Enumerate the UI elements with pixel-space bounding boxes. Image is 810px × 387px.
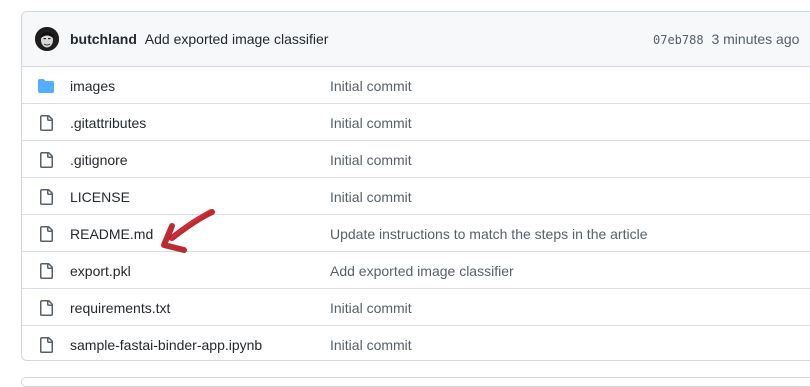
file-icon [38,115,54,131]
file-name-link[interactable]: requirements.txt [70,300,170,316]
commit-message-link[interactable]: Add exported image classifier [145,31,329,47]
file-row[interactable]: .gitignore Initial commit [22,141,810,178]
file-row[interactable]: LICENSE Initial commit [22,178,810,215]
file-icon [38,263,54,279]
file-name-link[interactable]: images [70,78,115,94]
author-avatar[interactable] [35,27,59,51]
file-icon [38,152,54,168]
file-row[interactable]: README.md Update instructions to match t… [22,215,810,252]
folder-icon [38,78,54,94]
file-name-link[interactable]: .gitattributes [70,115,146,131]
file-commit-message-link[interactable]: Initial commit [330,115,412,131]
file-commit-message-link[interactable]: Initial commit [330,189,412,205]
file-icon [38,226,54,242]
annotation-arrow-icon [161,209,215,253]
file-icon [38,337,54,353]
file-commit-message-link[interactable]: Initial commit [330,300,412,316]
file-row[interactable]: .gitattributes Initial commit [22,104,810,141]
file-row[interactable]: images Initial commit [22,67,810,104]
file-icon [38,189,54,205]
file-name-link[interactable]: README.md [70,226,153,242]
file-commit-message-link[interactable]: Update instructions to match the steps i… [330,226,648,242]
commit-time[interactable]: 3 minutes ago [711,31,799,47]
file-name-link[interactable]: LICENSE [70,189,130,205]
file-row[interactable]: requirements.txt Initial commit [22,289,810,326]
file-name-link[interactable]: .gitignore [70,152,128,168]
file-commit-message-link[interactable]: Initial commit [330,78,412,94]
file-row[interactable]: export.pkl Add exported image classifier [22,252,810,289]
file-browser: butchland Add exported image classifier … [21,11,810,361]
file-commit-message-link[interactable]: Initial commit [330,337,412,353]
next-panel-edge [21,377,810,387]
file-name-link[interactable]: sample-fastai-binder-app.ipynb [70,337,262,353]
file-commit-message-link[interactable]: Add exported image classifier [330,263,514,279]
file-list: images Initial commit .gitattributes Ini… [22,67,810,360]
latest-commit-bar: butchland Add exported image classifier … [22,12,810,67]
file-commit-message-link[interactable]: Initial commit [330,152,412,168]
file-icon [38,300,54,316]
file-row[interactable]: sample-fastai-binder-app.ipynb Initial c… [22,326,810,360]
commit-author-link[interactable]: butchland [70,31,137,47]
file-name-link[interactable]: export.pkl [70,263,131,279]
commit-sha-link[interactable]: 07eb788 [653,33,704,47]
